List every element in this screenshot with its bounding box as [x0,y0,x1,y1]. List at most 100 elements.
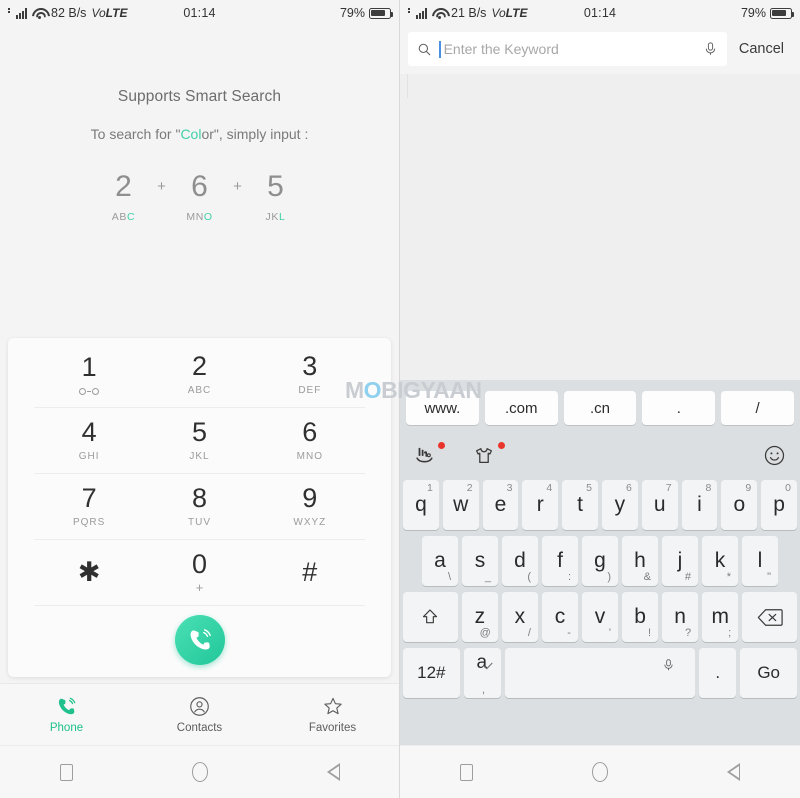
key-p[interactable]: 0p [761,480,797,530]
space-key[interactable] [504,648,696,698]
suggestion-www[interactable]: www. [406,391,479,425]
dialpad-key-4[interactable]: 4 GHI [34,408,144,473]
key-label: u [653,493,666,516]
voicemail-icon [79,388,100,395]
dialpad-key-star[interactable]: ✱ [34,540,144,605]
dialpad-key-letters: GHI [78,451,100,462]
dialpad-key-1[interactable]: 1 [34,342,144,407]
search-input[interactable]: Enter the Keyword [408,32,727,66]
signal-dots-icon [408,7,410,19]
key-label: e [494,493,507,516]
back-button[interactable] [727,763,741,781]
dialpad-key-hash[interactable]: # [255,540,365,605]
key-q[interactable]: 1q [403,480,439,530]
key-hint: 0 [785,482,791,494]
key-label: g [594,549,606,572]
key-n[interactable]: n? [662,592,699,642]
key-h[interactable]: h & [622,536,658,586]
key-d[interactable]: d( [502,536,538,586]
key-x[interactable]: x / [501,592,538,642]
key-l[interactable]: l " [742,536,778,586]
key-z[interactable]: z @ [461,592,498,642]
key-hint: 7 [665,482,672,494]
key-label: x [514,605,526,628]
key-j[interactable]: j # [662,536,698,586]
shift-key[interactable] [402,592,458,642]
key-a[interactable]: a \ [422,536,458,586]
android-navbar-right [400,745,800,798]
key-hint: 5 [586,482,592,494]
key-b[interactable]: b! [622,592,659,642]
dialpad-key-5[interactable]: 5 JKL [144,408,254,473]
signal-dots-icon [8,7,10,19]
numeric-symbols-key[interactable]: 12# [403,648,460,698]
key-i[interactable]: 8i [681,480,718,530]
wifi-icon [32,8,46,19]
input-method-button[interactable] [414,441,445,472]
key-s[interactable]: s _ [462,536,498,586]
tab-contacts[interactable]: Contacts [133,696,266,734]
dual-screenshot-container: 82 B/s VoLTE 01:14 79% Supports Smart Se… [0,0,800,798]
smart-digit-letter-hl: O [203,211,213,223]
smart-sub-highlight: Col [180,126,202,142]
key-u[interactable]: 7u [641,480,678,530]
home-button[interactable] [591,762,608,782]
key-alt: ? [685,627,692,639]
home-button[interactable] [191,762,208,782]
dialpad-key-3[interactable]: 3 DEF [255,342,365,407]
volte-label: VoLTE [491,6,528,20]
key-y[interactable]: 6y [602,480,638,530]
cancel-button[interactable]: Cancel [727,41,792,57]
recents-button[interactable] [59,763,73,781]
dialpad-key-number: 3 [302,351,318,381]
key-alt: ' [608,627,612,639]
recents-button[interactable] [459,763,473,781]
key-alt: _ [484,571,491,583]
battery-icon [770,7,795,19]
key-v[interactable]: v ' [581,592,619,642]
keyboard-suggestion-row: www. .com .cn . / [400,380,800,436]
key-m[interactable]: m; [702,592,739,642]
dialpad-key-9[interactable]: 9 WXYZ [255,474,365,539]
language-switch-key[interactable]: a , [463,648,501,698]
emoji-button[interactable] [763,444,786,472]
status-bar-right: 21 B/s VoLTE 01:14 79% [400,0,800,26]
dialpad-key-number: 0 [191,548,207,579]
tab-phone[interactable]: Phone [0,696,133,734]
dialpad-key-8[interactable]: 8 TUV [144,474,254,539]
suggestion-slash[interactable]: / [721,391,794,425]
back-button[interactable] [326,763,340,781]
dialpad-key-7[interactable]: 7 PQRS [34,474,144,539]
tab-favorites[interactable]: Favorites [266,696,399,734]
call-button[interactable] [174,615,225,665]
key-o[interactable]: 9o [721,480,758,530]
key-c[interactable]: c- [541,592,578,642]
dialpad-key-6[interactable]: 6 MNO [255,408,365,473]
call-icon [190,629,211,650]
key-alt: @ [479,627,491,639]
go-key[interactable]: Go [740,648,797,698]
suggestion-com[interactable]: .com [484,391,558,425]
key-w[interactable]: 2w [442,480,479,530]
key-alt: : [567,571,571,583]
key-r[interactable]: 4r [522,480,559,530]
dialpad-key-number: # [302,557,318,587]
smart-search-hint: Supports Smart Search To search for "Col… [0,26,399,223]
suggestion-dot[interactable]: . [642,391,716,425]
theme-button[interactable] [472,441,505,472]
key-alt: ; [728,627,732,639]
key-label: h [634,549,646,572]
microphone-icon[interactable] [703,40,718,58]
keyboard-row-4: 12# a , . Go [403,648,797,698]
dialpad-key-letters: MNO [296,451,323,462]
key-t[interactable]: 5t [562,480,598,530]
dialpad-key-0[interactable]: 0 + [144,540,254,605]
backspace-key[interactable] [742,592,798,642]
period-key[interactable]: . [699,648,737,698]
key-k[interactable]: k * [702,536,738,586]
key-e[interactable]: 3e [482,480,519,530]
suggestion-cn[interactable]: .cn [563,391,637,425]
key-f[interactable]: f: [542,536,578,586]
dialpad-key-2[interactable]: 2 ABC [144,342,254,407]
key-g[interactable]: g) [582,536,618,586]
